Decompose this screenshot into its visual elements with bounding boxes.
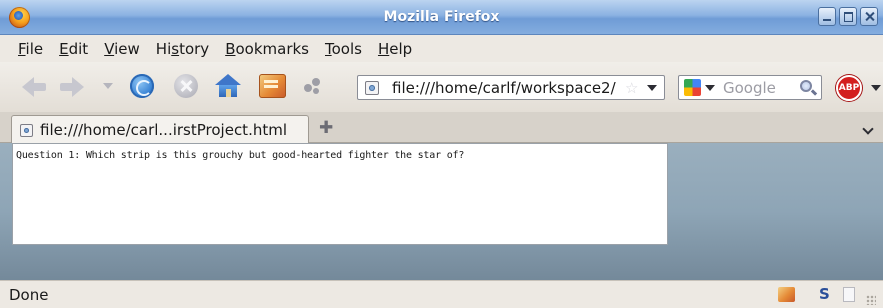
window-title: Mozilla Firefox (383, 9, 500, 25)
url-bar[interactable]: file:///home/carlf/workspace2/ ☆ (357, 75, 665, 100)
tab-active[interactable]: file:///home/carl...irstProject.html (11, 115, 309, 144)
navigation-toolbar: file:///home/carlf/workspace2/ ☆ ABP (0, 62, 883, 112)
status-bar: Done S (0, 280, 883, 308)
maximize-button[interactable] (839, 7, 857, 26)
gear-icon[interactable] (304, 78, 322, 96)
history-dropdown-icon[interactable] (103, 83, 113, 89)
bookmark-star-icon[interactable]: ☆ (625, 79, 638, 97)
menu-bookmarks[interactable]: Bookmarks (219, 38, 315, 60)
url-dropdown-icon[interactable] (647, 85, 657, 91)
adblock-plus-icon[interactable]: ABP (836, 75, 862, 101)
tab-bar: file:///home/carl...irstProject.html ✚ (0, 112, 883, 144)
bookmarks-book-icon[interactable] (259, 74, 286, 98)
home-icon[interactable] (215, 74, 241, 98)
reload-icon[interactable] (130, 74, 154, 98)
search-box[interactable] (678, 75, 822, 100)
tab-page-icon (20, 124, 33, 137)
new-tab-icon[interactable]: ✚ (319, 120, 333, 137)
status-s-icon[interactable]: S (819, 285, 830, 303)
menu-file[interactable]: File (12, 38, 49, 60)
menu-view[interactable]: View (98, 38, 146, 60)
adblock-dropdown-icon[interactable] (871, 85, 881, 91)
menu-bar: File Edit View History Bookmarks Tools H… (0, 35, 883, 62)
tab-label: file:///home/carl...irstProject.html (40, 121, 288, 139)
tab-list-chevron-icon[interactable] (862, 123, 874, 135)
question-text: Question 1: Which strip is this grouchy … (16, 150, 465, 161)
engine-dropdown-icon[interactable] (705, 85, 715, 91)
site-identity-icon[interactable] (365, 81, 379, 95)
content-area: Question 1: Which strip is this grouchy … (0, 143, 883, 280)
menu-edit[interactable]: Edit (53, 38, 94, 60)
status-book-icon[interactable] (778, 287, 795, 302)
menu-history[interactable]: History (150, 38, 215, 60)
status-text: Done (9, 286, 49, 304)
resize-grip-icon[interactable] (866, 295, 876, 305)
url-text[interactable]: file:///home/carlf/workspace2/ (392, 79, 622, 97)
search-input[interactable] (723, 78, 793, 97)
stop-icon[interactable] (174, 74, 198, 98)
google-engine-icon[interactable] (684, 79, 701, 96)
menu-help[interactable]: Help (372, 38, 418, 60)
search-icon[interactable] (800, 80, 812, 92)
minimize-button[interactable] (818, 7, 836, 26)
window-controls (818, 7, 878, 26)
title-bar[interactable]: Mozilla Firefox (0, 0, 883, 35)
close-button[interactable] (860, 7, 878, 26)
status-page-icon[interactable] (843, 287, 855, 302)
web-page[interactable]: Question 1: Which strip is this grouchy … (12, 143, 668, 245)
menu-tools[interactable]: Tools (319, 38, 368, 60)
